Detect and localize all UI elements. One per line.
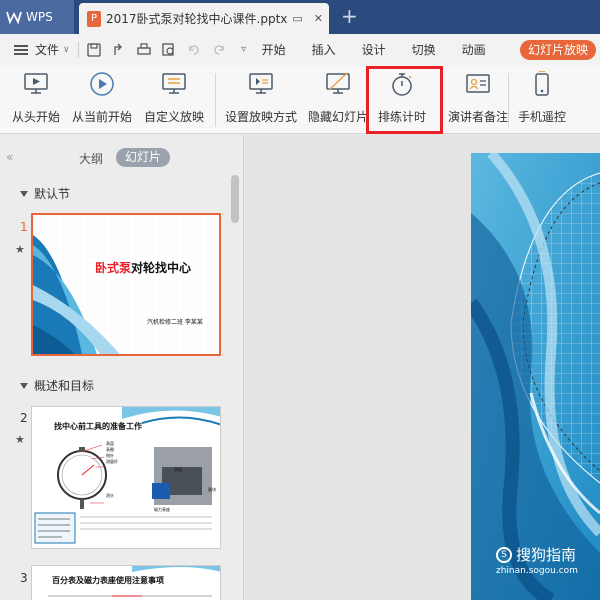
speaker-notes-label: 演讲者备注 (448, 110, 509, 124)
divider (77, 41, 79, 58)
menu-tab-home[interactable]: 开始 (262, 41, 286, 58)
slide-number: 3 (20, 571, 28, 585)
slide-thumbnail-2[interactable]: 找中心前工具的准备工作 表盘 表圈 指针 测量杆 测头 磁力表座 表架 量块 (31, 406, 221, 549)
ribbon-divider (215, 73, 216, 127)
hide-slide-label: 隐藏幻灯片 (308, 110, 369, 124)
slide-1-background (33, 215, 219, 354)
slide-2-label: 量块 (208, 487, 216, 492)
save-icon[interactable] (86, 42, 101, 57)
slide-2-label: 测头 (106, 493, 114, 498)
speaker-notes-button[interactable]: 演讲者备注 (448, 71, 508, 129)
ribbon-toolbar: 从头开始 从当前开始 自定义放映 设置放映方式 隐藏幻灯片 排练计时 演讲者备注… (0, 65, 600, 134)
wps-home-tab[interactable]: WPS (0, 0, 74, 34)
print-preview-icon[interactable] (161, 42, 176, 57)
export-icon[interactable] (112, 43, 126, 57)
section-default[interactable]: 默认节 (20, 185, 70, 202)
print-icon[interactable] (136, 42, 151, 57)
scrollbar-thumb[interactable] (231, 175, 239, 223)
play-from-current-label: 从当前开始 (72, 110, 133, 124)
phone-remote-button[interactable]: 手机遥控 (518, 71, 566, 129)
watermark-url: zhinan.sogou.com (496, 566, 578, 576)
menu-bar: 文件 ∨ ▿ 开始 插入 设计 切换 动画 幻灯片放映 (0, 34, 600, 65)
setup-show-icon (248, 71, 274, 97)
wps-app-name: WPS (26, 10, 53, 24)
slide-1-title-black: 对轮找中心 (131, 261, 192, 275)
speaker-notes-icon (465, 71, 491, 97)
current-slide[interactable] (471, 153, 600, 600)
slide-thumbnail-1[interactable]: 卧式泵对轮找中心 汽机检修二班 李某某 (31, 213, 221, 356)
play-from-current-icon (89, 71, 115, 97)
section-collapse-icon (20, 190, 28, 197)
ppt-file-icon: P (87, 10, 101, 27)
slide-2-label: 测量杆 (106, 459, 118, 464)
play-from-start-label: 从头开始 (12, 110, 61, 124)
slide-editing-canvas (245, 135, 600, 600)
slide-2-label: 磁力表座 (154, 507, 170, 512)
title-bar: WPS P 2017卧式泵对轮找中心课件.pptx ▭ ✕ + (0, 0, 600, 34)
slide-2-labels: 表盘 表圈 指针 测量杆 (106, 441, 118, 465)
custom-show-icon (161, 71, 187, 97)
slide-1-title: 卧式泵对轮找中心 (95, 259, 191, 276)
document-title: 2017卧式泵对轮找中心课件.pptx (106, 12, 288, 26)
hide-slide-button[interactable]: 隐藏幻灯片 (308, 71, 368, 129)
file-menu-label: 文件 (35, 43, 60, 57)
menu-tab-design[interactable]: 设计 (362, 41, 386, 58)
play-from-current-button[interactable]: 从当前开始 (72, 71, 132, 129)
ribbon-divider (508, 73, 509, 127)
play-from-start-icon (23, 71, 49, 97)
wps-logo-icon (6, 10, 22, 24)
phone-remote-icon (529, 71, 555, 97)
menu-tab-slideshow[interactable]: 幻灯片放映 (519, 40, 596, 60)
restore-window-icon[interactable]: ▭ (292, 12, 302, 25)
chevron-down-icon: ∨ (63, 44, 70, 55)
document-tab[interactable]: P 2017卧式泵对轮找中心课件.pptx ▭ ✕ (79, 3, 329, 34)
tab-outline[interactable]: 大纲 (79, 150, 103, 167)
sogou-logo-icon: S (496, 546, 512, 563)
animation-star-icon: ★ (15, 433, 25, 446)
hamburger-menu-icon[interactable] (14, 44, 28, 55)
slide-1-subtitle: 汽机检修二班 李某某 (147, 319, 203, 326)
slide-thumbnail-3[interactable]: 百分表及磁力表座使用注意事项 (31, 565, 221, 600)
close-tab-icon[interactable]: ✕ (314, 12, 323, 25)
new-tab-button[interactable]: + (341, 5, 358, 27)
current-slide-background (471, 153, 600, 600)
slide-number: 1 (20, 220, 28, 234)
customize-toolbar-icon[interactable]: ▿ (237, 43, 251, 57)
menu-tab-insert[interactable]: 插入 (312, 41, 336, 58)
custom-show-label: 自定义放映 (144, 110, 205, 124)
section-collapse-icon (20, 382, 28, 389)
menu-tab-animation[interactable]: 动画 (462, 41, 486, 58)
section-overview[interactable]: 概述和目标 (20, 377, 94, 394)
watermark-name: 搜狗指南 (516, 546, 577, 564)
custom-show-button[interactable]: 自定义放映 (144, 71, 204, 129)
slide-2-title: 找中心前工具的准备工作 (54, 422, 142, 431)
section-label: 概述和目标 (34, 379, 95, 393)
slide-1-title-red: 卧式泵 (95, 261, 132, 275)
setup-show-label: 设置放映方式 (225, 110, 298, 124)
animation-star-icon: ★ (15, 243, 25, 256)
undo-icon[interactable] (187, 43, 201, 57)
slide-3-title: 百分表及磁力表座使用注意事项 (52, 576, 164, 585)
play-from-start-button[interactable]: 从头开始 (12, 71, 60, 129)
highlight-annotation-box (366, 66, 443, 134)
pane-scrollbar[interactable] (231, 175, 239, 600)
collapse-pane-icon[interactable]: « (6, 150, 13, 164)
pane-tabs: « 大纲 幻灯片 (0, 147, 244, 169)
phone-remote-label: 手机遥控 (518, 110, 567, 124)
file-menu[interactable]: 文件 ∨ (35, 41, 70, 58)
menu-tab-transition[interactable]: 切换 (412, 41, 436, 58)
section-label: 默认节 (34, 187, 71, 201)
setup-show-button[interactable]: 设置放映方式 (225, 71, 297, 129)
watermark-logo: S 搜狗指南 (496, 544, 576, 565)
hide-slide-icon (325, 71, 351, 97)
tab-slides[interactable]: 幻灯片 (116, 148, 171, 167)
slide-thumbnail-pane: « 大纲 幻灯片 默认节 1 ★ 卧式泵对轮找中心 汽机检修二班 李某某 概述和… (0, 135, 244, 600)
redo-icon[interactable] (212, 43, 226, 57)
slide-2-label: 表架 (174, 467, 182, 472)
slide-number: 2 (20, 411, 28, 425)
